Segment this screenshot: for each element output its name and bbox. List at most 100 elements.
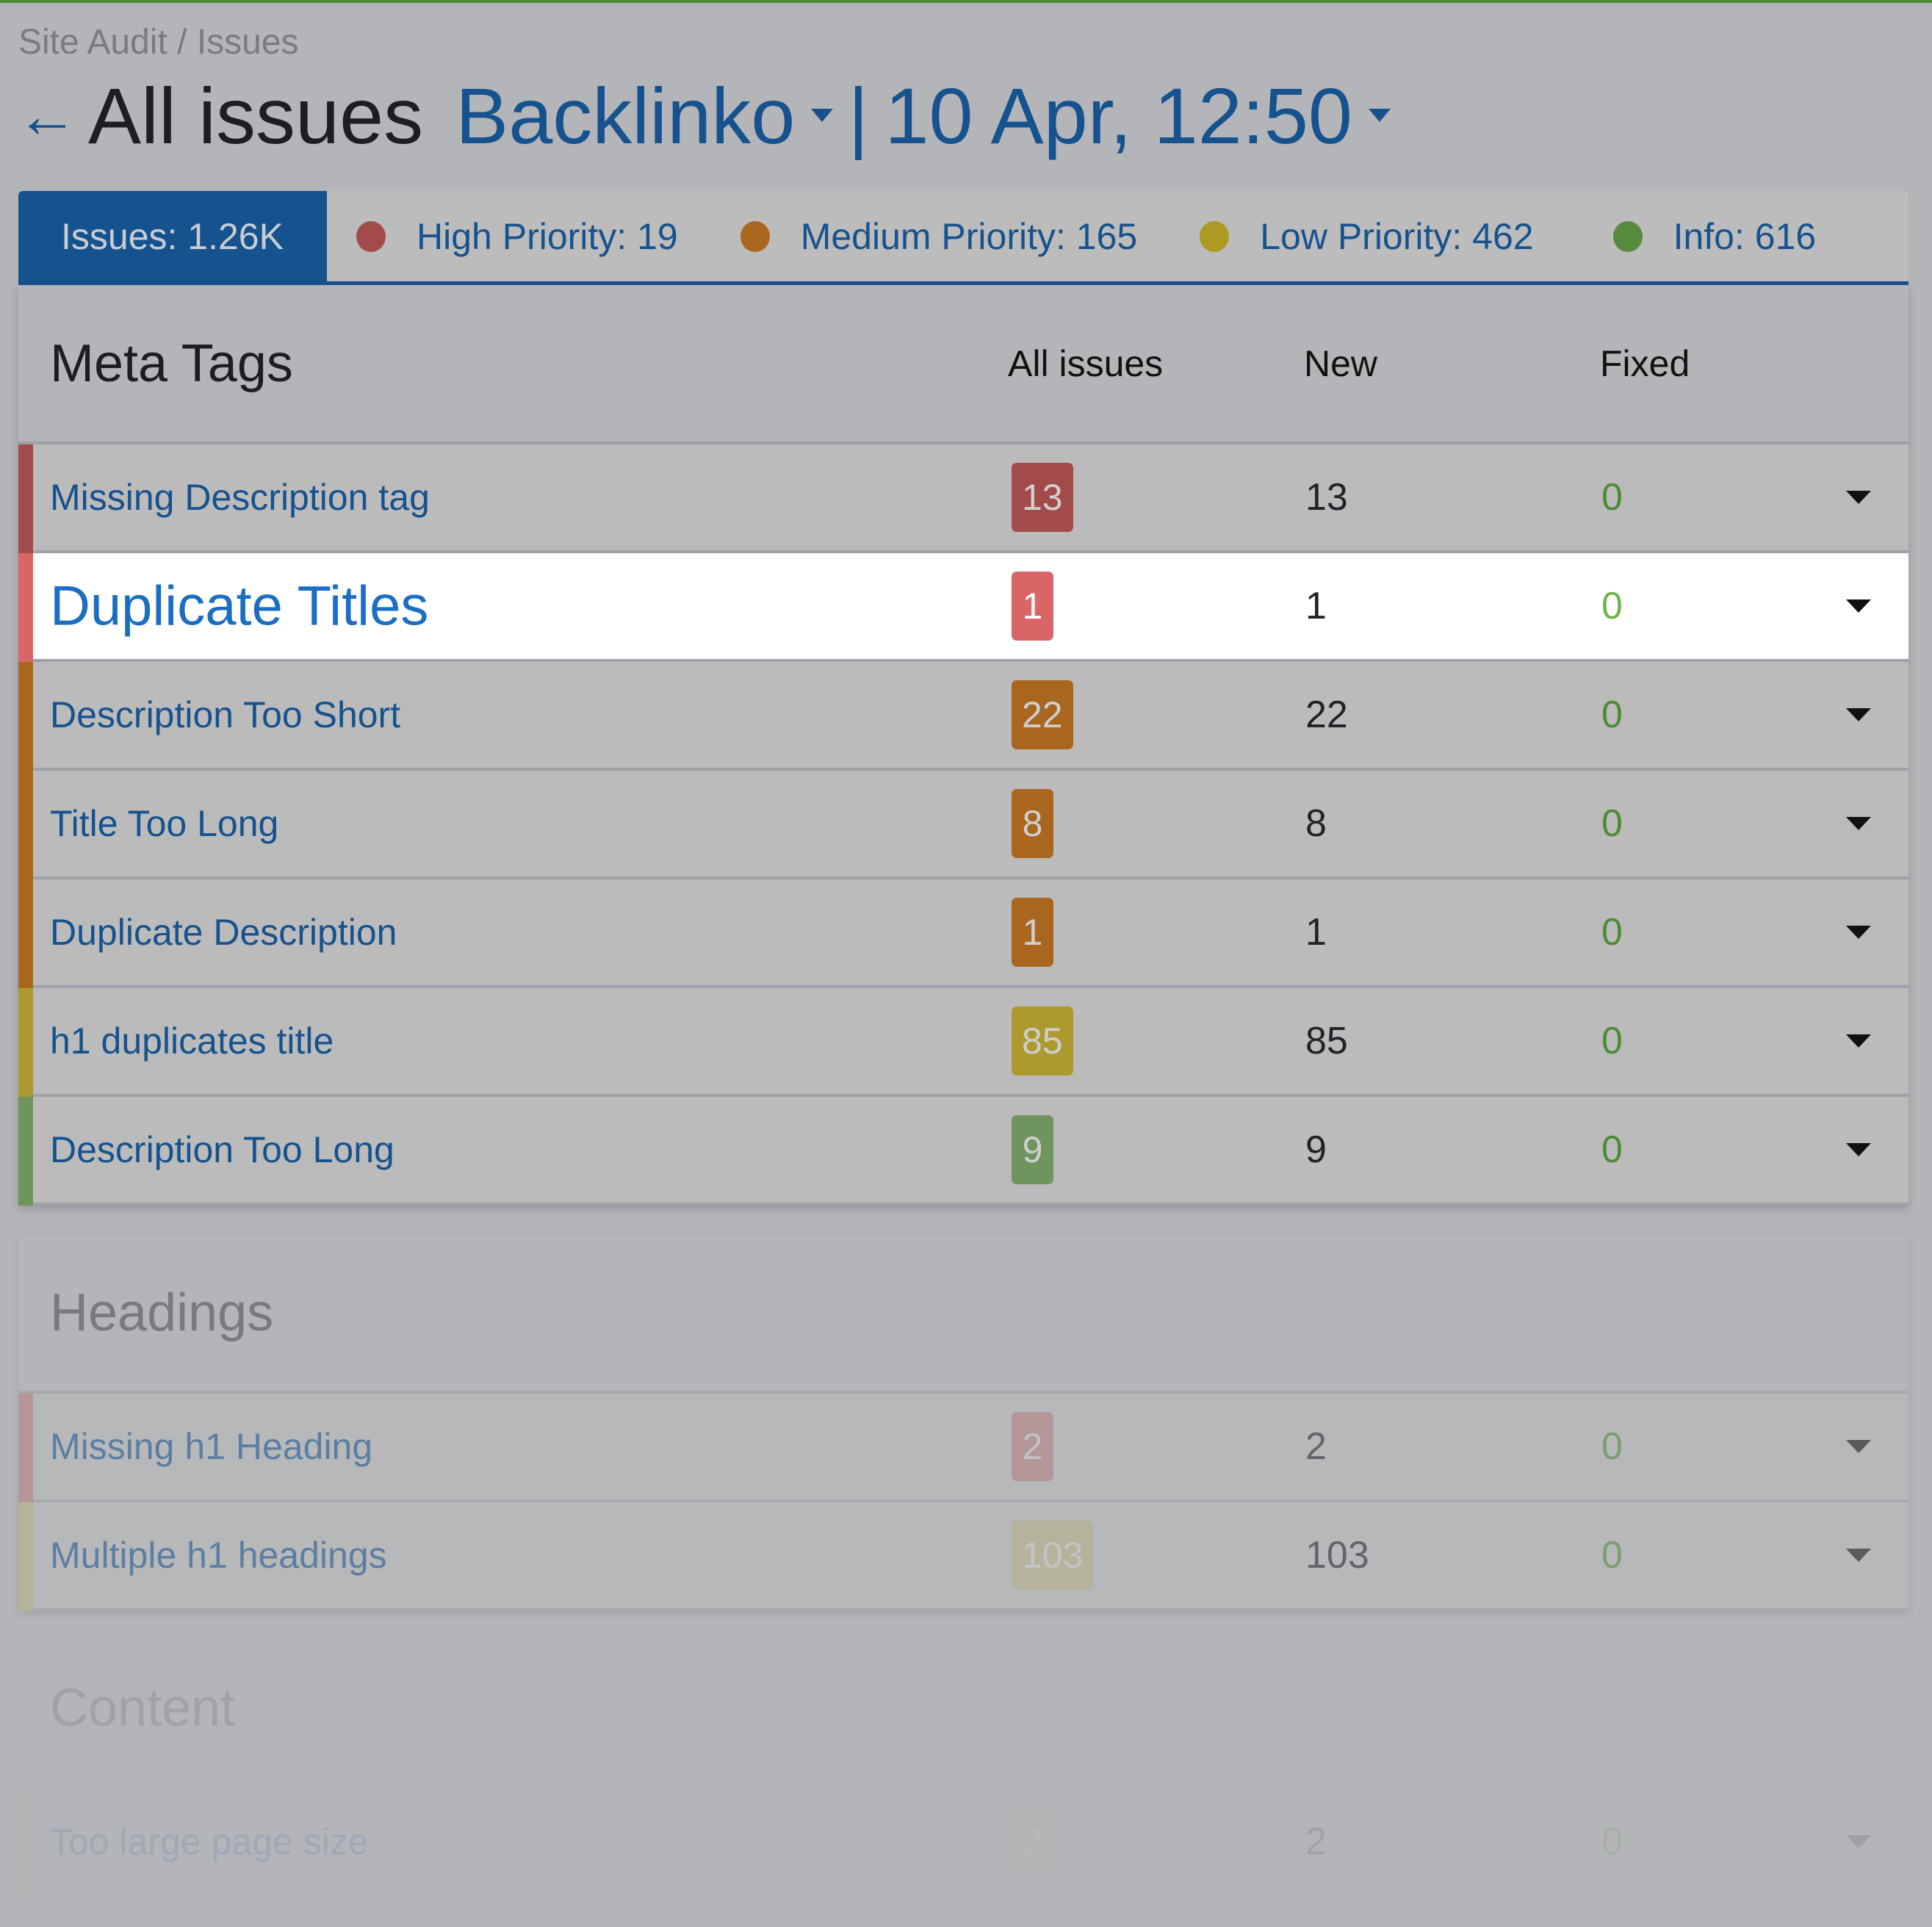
expand-caret-icon[interactable] [1846,817,1871,830]
issue-row[interactable]: Too large page size 2 2 0 [18,1789,1908,1898]
issue-name-link[interactable]: Duplicate Description [50,911,397,954]
crawl-date: 10 Apr, 12:50 [884,71,1352,160]
column-header-new[interactable]: New [1304,342,1377,385]
issue-row[interactable]: Description Too Short 22 22 0 [18,662,1908,771]
all-issues-count-badge[interactable]: 22 [1012,680,1073,749]
issue-list: Missing h1 Heading 2 2 0 Multiple h1 heading… [18,1394,1908,1611]
info-dot-icon [1612,220,1643,252]
expand-caret-icon[interactable] [1846,708,1871,721]
page-header: ← All issues Backlinko | 10 Apr, 12:50 [16,68,1405,163]
tab-label: Info: 616 [1673,215,1817,257]
priority-stripe [18,1394,33,1502]
new-count: 2 [1305,1820,1327,1863]
tab-high-priority[interactable]: High Priority: 19 [356,191,678,281]
chevron-down-icon [811,109,834,122]
priority-stripe [18,1502,33,1611]
expand-caret-icon[interactable] [1846,1440,1871,1453]
project-selector[interactable]: Backlinko [455,70,848,162]
new-count: 13 [1305,476,1348,519]
all-issues-count-badge[interactable]: 2 [1012,1807,1053,1876]
issue-name-link[interactable]: Description Too Long [50,1128,394,1171]
section-header: Content [18,1629,1908,1789]
fixed-count: 0 [1601,1820,1623,1863]
fixed-count: 0 [1601,802,1623,845]
new-count: 1 [1305,585,1327,627]
priority-stripe [18,662,33,771]
date-selector[interactable]: 10 Apr, 12:50 [884,70,1405,162]
issue-row[interactable]: Missing Description tag 13 13 0 [18,444,1908,553]
expand-caret-icon[interactable] [1846,1143,1871,1156]
issue-name-link[interactable]: Duplicate Titles [50,575,428,638]
section-content: Content Too large page size 2 2 0 [18,1629,1908,1898]
issue-row[interactable]: Missing h1 Heading 2 2 0 [18,1394,1908,1502]
issue-row[interactable]: Duplicate Titles 1 1 0 [18,553,1908,662]
medium-priority-dot-icon [740,220,770,252]
low-priority-dot-icon [1200,220,1230,252]
issue-row[interactable]: Multiple h1 headings 103 103 0 [18,1502,1908,1611]
tab-low-priority[interactable]: Low Priority: 462 [1200,191,1534,281]
priority-stripe [18,879,33,988]
title-separator: | [848,71,869,160]
chevron-down-icon [1369,109,1391,122]
section-title: Content [50,1678,236,1737]
issue-name-link[interactable]: h1 duplicates title [50,1020,334,1062]
fixed-count: 0 [1601,1534,1623,1577]
new-count: 85 [1305,1020,1348,1062]
issue-row[interactable]: Duplicate Description 1 1 0 [18,879,1908,988]
tab-medium-priority[interactable]: Medium Priority: 165 [740,191,1138,281]
all-issues-count-badge[interactable]: 1 [1012,572,1053,641]
priority-stripe [18,553,33,662]
fixed-count: 0 [1601,911,1623,954]
breadcrumb: Site Audit / Issues [18,23,299,62]
all-issues-count-badge[interactable]: 9 [1012,1115,1053,1184]
expand-caret-icon[interactable] [1846,1034,1871,1048]
new-count: 9 [1305,1128,1327,1171]
tab-label: Medium Priority: 165 [800,215,1138,257]
all-issues-count-badge[interactable]: 2 [1012,1412,1053,1481]
top-accent-bar [0,0,1932,3]
new-count: 103 [1305,1534,1369,1577]
all-issues-count-badge[interactable]: 103 [1012,1521,1094,1590]
fixed-count: 0 [1601,585,1623,627]
issue-list: Missing Description tag 13 13 0 Duplicate Ti… [18,444,1908,1206]
section-title: Meta Tags [50,334,293,393]
section-headings: Headings Missing h1 Heading 2 2 0 Multiple h… [18,1234,1908,1611]
issue-name-link[interactable]: Too large page size [50,1820,369,1863]
issue-name-link[interactable]: Missing Description tag [50,476,430,519]
issue-row[interactable]: Description Too Long 9 9 0 [18,1097,1908,1206]
issue-name-link[interactable]: Missing h1 Heading [50,1425,372,1468]
section-header: Meta Tags All issues New Fixed [18,285,1908,444]
all-issues-count-badge[interactable]: 1 [1012,898,1053,967]
page-title: All issues [88,71,424,160]
fixed-count: 0 [1601,1425,1623,1468]
expand-caret-icon[interactable] [1846,926,1871,939]
tab-all-issues[interactable]: Issues: 1.26K [18,191,327,281]
issue-name-link[interactable]: Title Too Long [50,802,278,845]
new-count: 1 [1305,911,1327,954]
priority-stripe [18,1789,33,1898]
priority-tabs: Issues: 1.26K High Priority: 19 Medium P… [18,191,1908,285]
fixed-count: 0 [1601,1020,1623,1062]
fixed-count: 0 [1601,1128,1623,1171]
fixed-count: 0 [1601,476,1623,519]
expand-caret-icon[interactable] [1846,1549,1871,1562]
all-issues-count-badge[interactable]: 85 [1012,1006,1073,1076]
issue-name-link[interactable]: Description Too Short [50,694,400,736]
tab-info[interactable]: Info: 616 [1612,191,1817,281]
arrow-left-icon[interactable]: ← [16,84,78,146]
column-header-all-issues[interactable]: All issues [1008,342,1163,385]
all-issues-count-badge[interactable]: 13 [1012,463,1073,532]
column-header-fixed[interactable]: Fixed [1600,342,1690,385]
issue-row[interactable]: h1 duplicates title 85 85 0 [18,988,1908,1097]
expand-caret-icon[interactable] [1846,491,1871,504]
tab-label: Low Priority: 462 [1260,215,1534,257]
expand-caret-icon[interactable] [1846,1835,1871,1848]
new-count: 8 [1305,802,1327,845]
all-issues-count-badge[interactable]: 8 [1012,789,1053,858]
issue-name-link[interactable]: Multiple h1 headings [50,1534,387,1577]
expand-caret-icon[interactable] [1846,599,1871,613]
tab-label: Issues: 1.26K [61,215,284,257]
high-priority-dot-icon [356,220,386,252]
new-count: 2 [1305,1425,1327,1468]
issue-row[interactable]: Title Too Long 8 8 0 [18,771,1908,879]
